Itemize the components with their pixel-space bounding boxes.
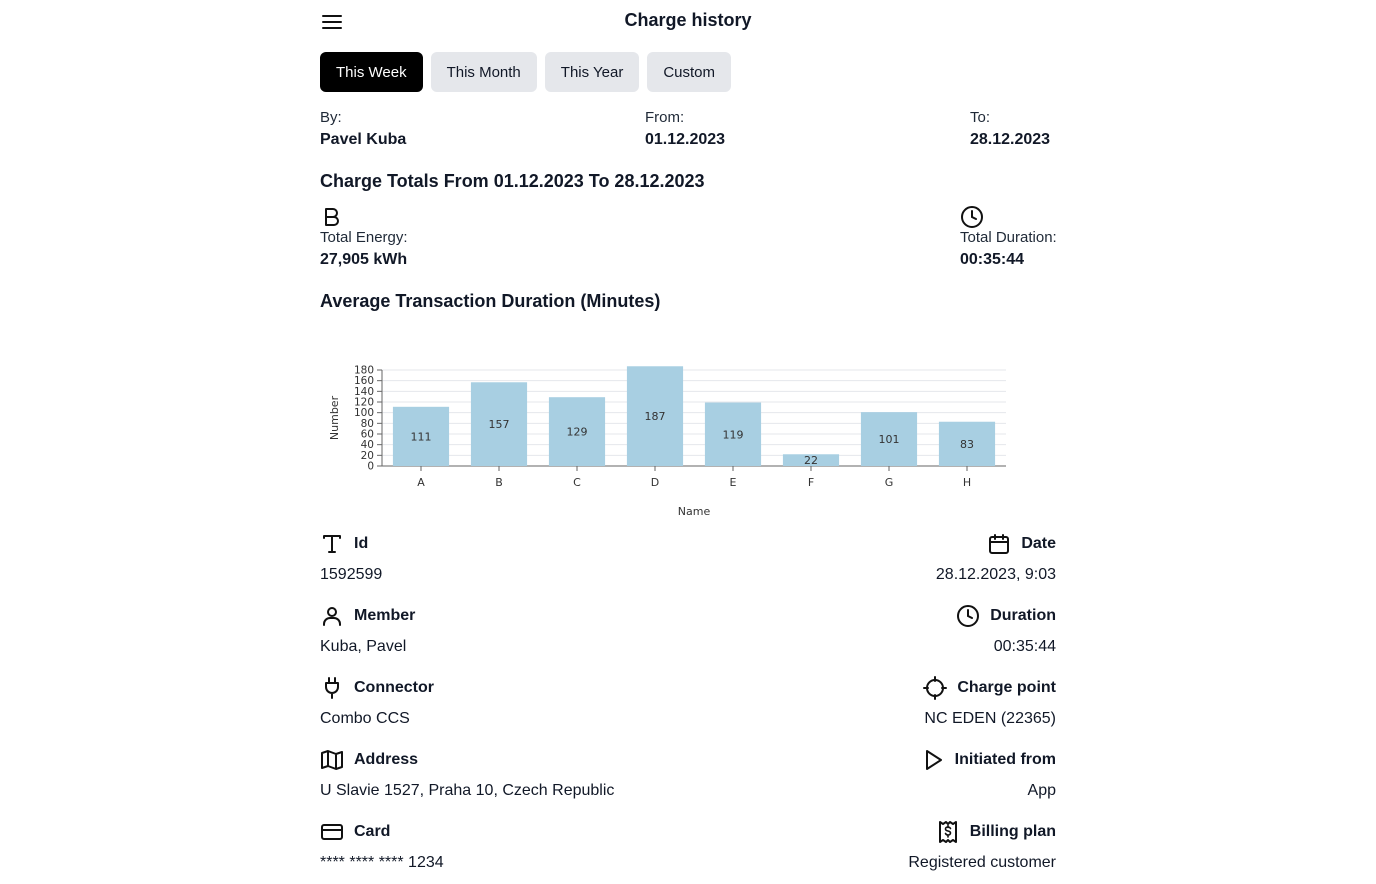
play-icon <box>921 748 945 772</box>
card-field-label: Card <box>320 820 390 844</box>
duration-value: 00:35:44 <box>993 638 1056 655</box>
from-label: From: <box>645 109 685 126</box>
y-tick-label: 20 <box>361 450 374 462</box>
date-label: Date <box>1021 535 1056 552</box>
x-tick-label: F <box>808 476 814 489</box>
duration-label: Duration <box>990 607 1056 624</box>
connector-field-label: Connector <box>320 676 434 700</box>
total-energy-label: Total Energy: <box>320 229 408 246</box>
y-tick-label: 40 <box>361 439 374 451</box>
by-label: By: <box>320 109 342 126</box>
chart-heading: Average Transaction Duration (Minutes) <box>320 291 661 311</box>
tab-this-month[interactable]: This Month <box>430 52 537 92</box>
text-t-icon <box>320 532 344 556</box>
id-field-label: Id <box>320 532 368 556</box>
bar-value-label: 101 <box>879 433 900 446</box>
y-tick-label: 80 <box>361 418 374 430</box>
initiated-from-field-label: Initiated from <box>921 748 1056 772</box>
x-tick-label: A <box>417 476 425 489</box>
x-tick-label: H <box>963 476 971 489</box>
from-value: 01.12.2023 <box>645 131 726 148</box>
bar-value-label: 187 <box>645 410 666 423</box>
bar-value-label: 111 <box>411 430 432 443</box>
y-axis-title: Number <box>328 395 341 440</box>
connector-label: Connector <box>354 679 434 696</box>
page-title: Charge history <box>624 10 752 30</box>
crosshair-icon <box>923 676 948 700</box>
billing-plan-value: Registered customer <box>908 854 1056 871</box>
duration-field-label: Duration <box>956 604 1056 628</box>
member-field-label: Member <box>320 604 415 628</box>
billing-plan-field-label: Billing plan <box>936 820 1056 844</box>
y-tick-label: 140 <box>354 386 374 398</box>
x-axis-title: Name <box>678 505 711 518</box>
map-icon <box>320 748 344 772</box>
x-tick-label: B <box>495 476 503 489</box>
charge-point-label: Charge point <box>957 679 1056 696</box>
total-duration-value: 00:35:44 <box>960 251 1025 268</box>
bar-chart: 020406080100120140160180 111 A 157 B 129 C 187 D… <box>328 365 1006 518</box>
id-value: 1592599 <box>320 566 383 583</box>
to-value: 28.12.2023 <box>970 131 1051 148</box>
clock-icon <box>956 604 980 628</box>
member-label: Member <box>354 607 416 624</box>
y-tick-label: 180 <box>354 365 374 377</box>
credit-card-icon <box>320 820 344 844</box>
bar-value-label: 129 <box>567 426 588 439</box>
tab-this-week[interactable]: This Week <box>320 52 423 92</box>
card-label: Card <box>354 823 391 840</box>
initiated-from-label: Initiated from <box>954 751 1056 768</box>
billing-plan-label: Billing plan <box>969 823 1056 840</box>
x-tick-label: C <box>573 476 581 489</box>
clock-icon <box>960 205 984 229</box>
totals-heading: Charge Totals From 01.12.2023 To 28.12.2… <box>320 171 705 191</box>
to-label: To: <box>970 109 991 126</box>
tab-this-year[interactable]: This Year <box>544 52 640 92</box>
date-field-label: Date <box>987 532 1056 556</box>
address-field-label: Address <box>320 748 418 772</box>
bar-value-label: 119 <box>723 428 744 441</box>
bar-value-label: 83 <box>960 438 974 451</box>
y-tick-label: 160 <box>354 375 374 387</box>
address-value: U Slavie 1527, Praha 10, Czech Republic <box>320 782 615 799</box>
charge-point-value: NC EDEN (22365) <box>924 710 1056 727</box>
charge-point-field-label: Charge point <box>923 676 1056 700</box>
y-tick-label: 100 <box>354 407 374 419</box>
y-tick-label: 0 <box>367 461 374 473</box>
total-duration-label: Total Duration: <box>960 229 1057 246</box>
y-tick-label: 120 <box>354 397 374 409</box>
x-tick-label: E <box>730 476 737 489</box>
by-value: Pavel Kuba <box>320 131 407 148</box>
id-label: Id <box>354 535 369 552</box>
date-value: 28.12.2023, 9:03 <box>935 566 1056 583</box>
connector-value: Combo CCS <box>320 710 410 727</box>
x-tick-label: G <box>885 476 894 489</box>
tab-custom[interactable]: Custom <box>647 52 732 92</box>
receipt-dollar-icon <box>936 820 960 844</box>
plug-icon <box>320 676 344 700</box>
bar-value-label: 22 <box>804 454 818 467</box>
card-value: **** **** **** 1234 <box>320 854 444 871</box>
bold-b-icon <box>320 205 344 229</box>
calendar-icon <box>987 532 1011 556</box>
bar-value-label: 157 <box>489 418 510 431</box>
address-label: Address <box>354 751 419 768</box>
member-value: Kuba, Pavel <box>320 638 407 655</box>
period-tabs: This Week This Month This Year Custom <box>320 52 732 92</box>
y-tick-label: 60 <box>361 429 374 441</box>
initiated-from-value: App <box>1027 782 1056 799</box>
x-tick-label: D <box>651 476 659 489</box>
user-icon <box>320 604 344 628</box>
total-energy-value: 27,905 kWh <box>320 251 408 268</box>
